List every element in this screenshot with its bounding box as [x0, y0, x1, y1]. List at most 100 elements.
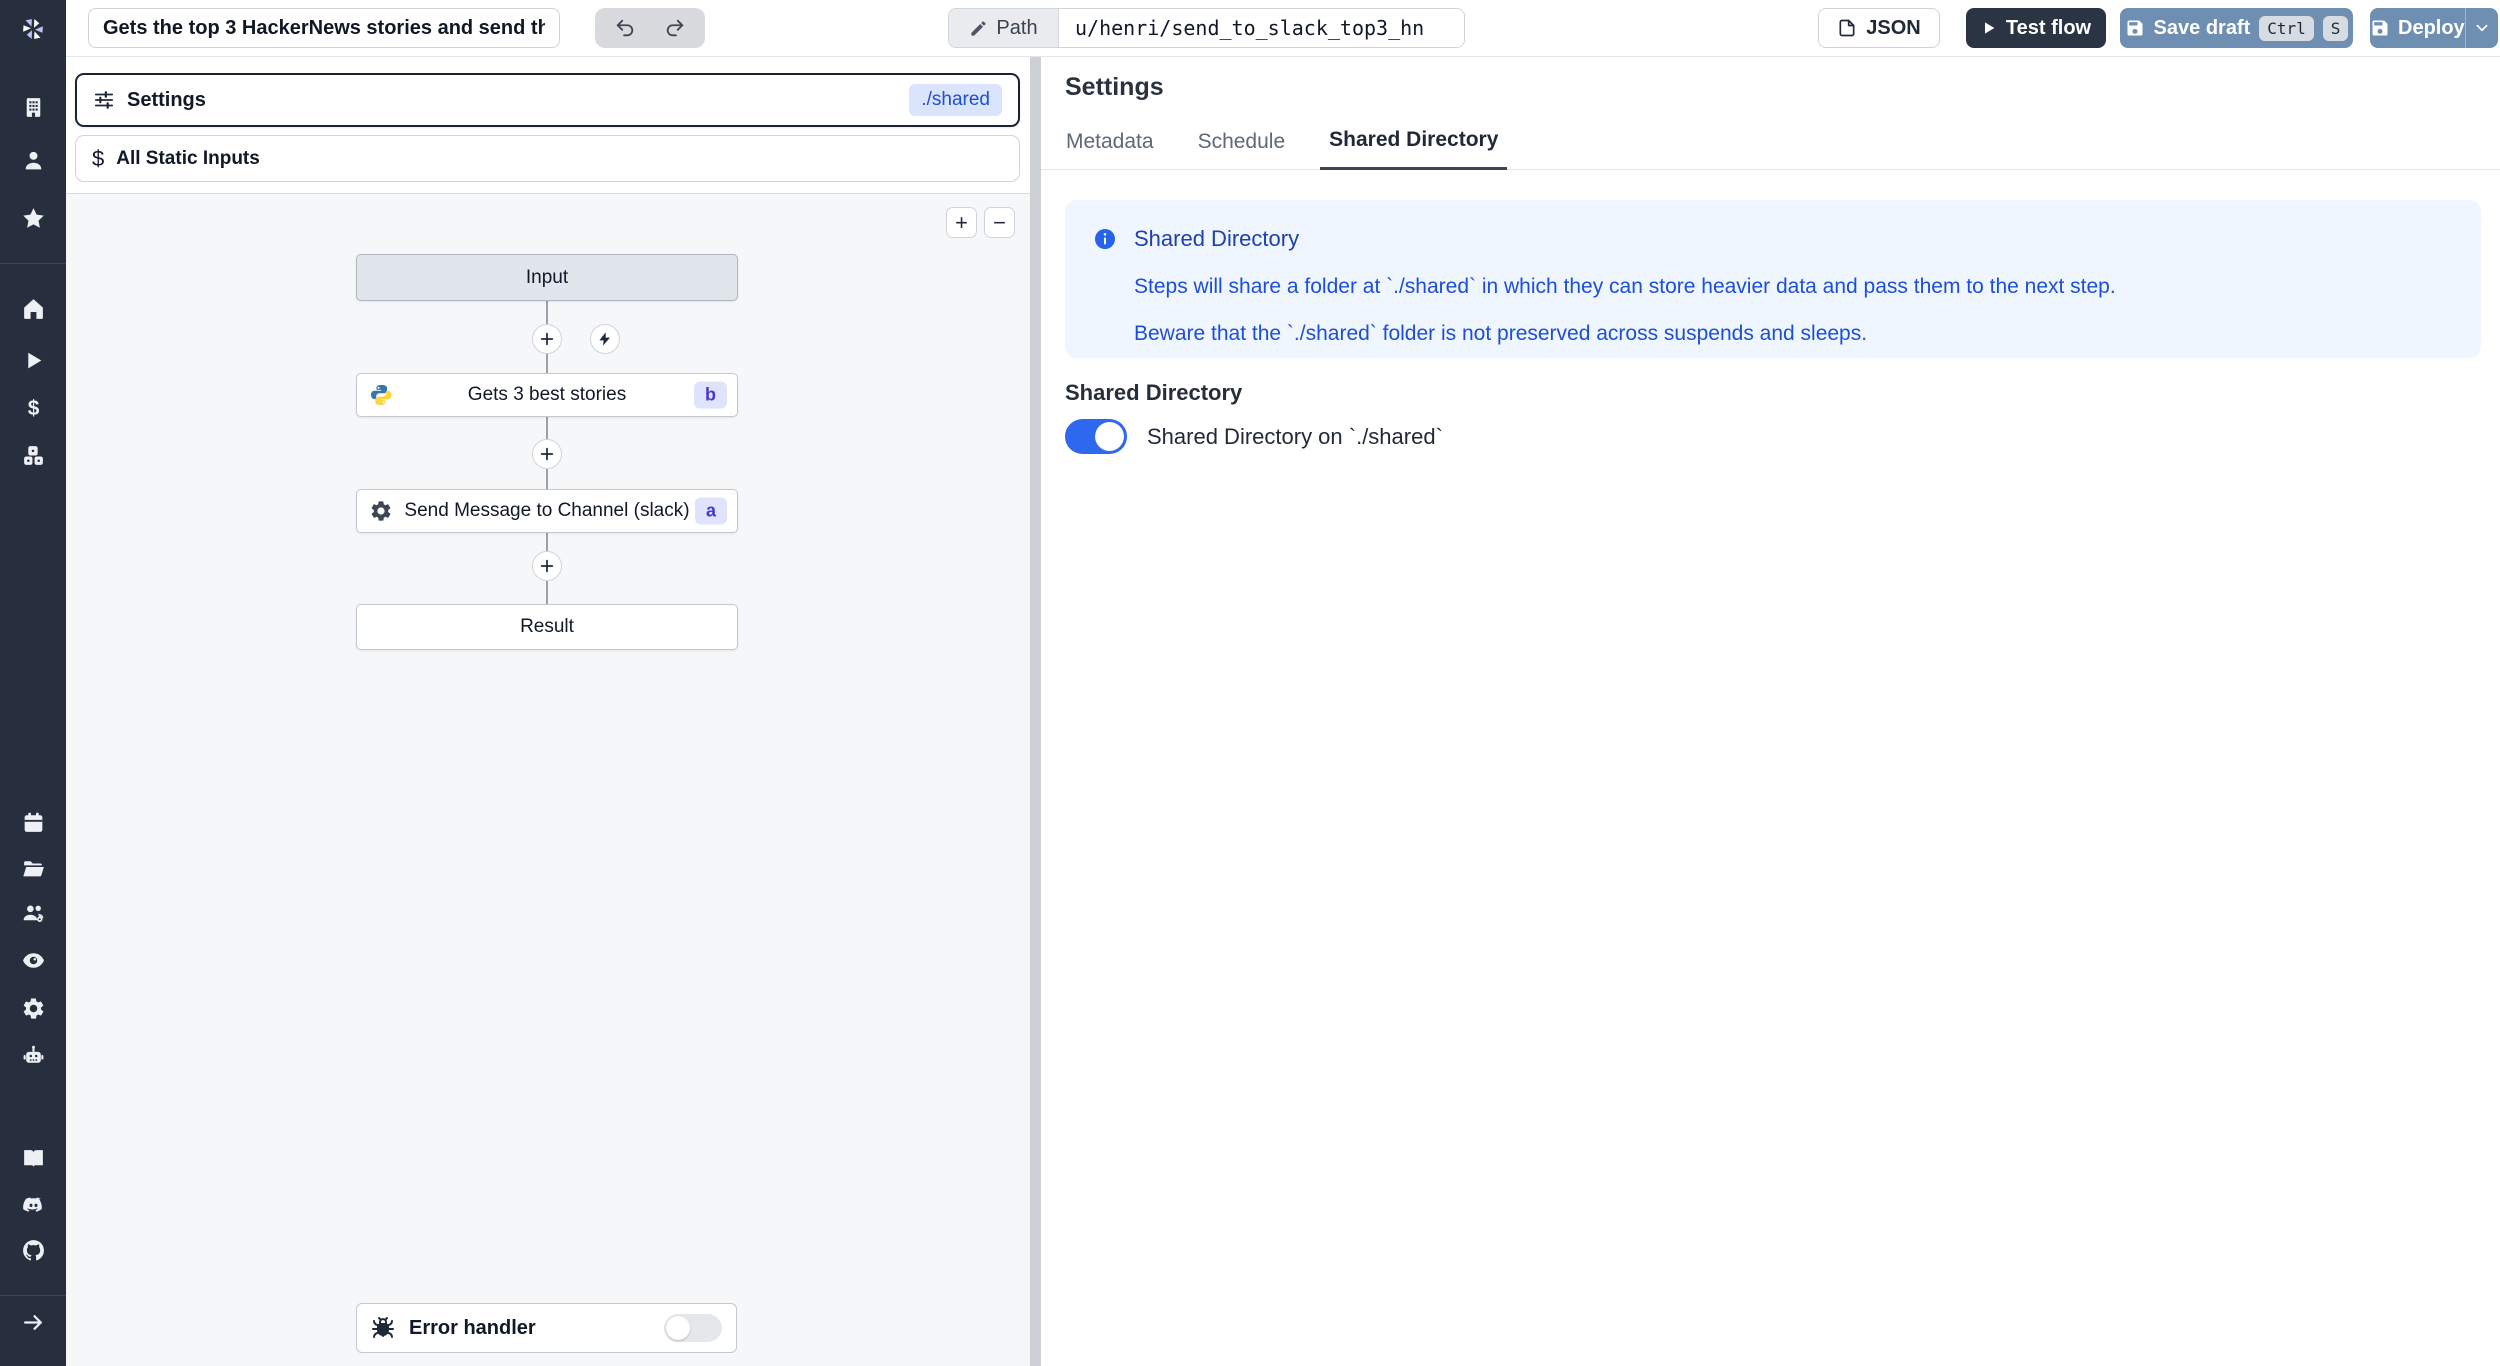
undo-redo-group	[595, 8, 705, 48]
resources-cubes-icon[interactable]	[16, 438, 50, 472]
trigger-bolt-button[interactable]	[590, 324, 620, 354]
step-node-b[interactable]: Gets 3 best stories b	[356, 373, 738, 417]
info-box-line1: Steps will share a folder at `./shared` …	[1134, 275, 2116, 298]
sidebar-divider	[0, 263, 66, 264]
dollar-icon: $	[92, 145, 105, 171]
path-input[interactable]	[1059, 9, 1464, 47]
json-button[interactable]: JSON	[1818, 8, 1940, 48]
folders-icon[interactable]	[16, 851, 50, 885]
topbar: Path JSON Test flow Save draft Ctrl S De…	[66, 0, 2500, 57]
docs-book-icon[interactable]	[16, 1141, 50, 1175]
settings-panel: Settings Metadata Schedule Shared Direct…	[1041, 57, 2500, 1366]
deploy-label: Deploy	[2398, 16, 2465, 39]
workspace-icon[interactable]	[16, 90, 50, 124]
redo-button[interactable]	[655, 11, 695, 45]
sidebar: $	[0, 0, 66, 1366]
workers-robot-icon[interactable]	[16, 1038, 50, 1072]
input-node[interactable]: Input	[356, 254, 738, 301]
settings-panel-title: Settings	[1065, 73, 1164, 101]
shared-directory-toggle-row: Shared Directory on `./shared`	[1065, 419, 1443, 454]
settings-gear-icon[interactable]	[16, 991, 50, 1025]
result-node[interactable]: Result	[356, 604, 738, 650]
save-draft-button[interactable]: Save draft Ctrl S	[2120, 8, 2353, 48]
undo-button[interactable]	[605, 11, 645, 45]
path-label-chip[interactable]: Path	[949, 9, 1059, 47]
kbd-ctrl: Ctrl	[2259, 15, 2314, 41]
save-draft-label: Save draft	[2153, 16, 2251, 39]
info-box-title: Shared Directory	[1134, 226, 1300, 251]
flow-settings-label: Settings	[127, 88, 206, 111]
audit-eye-icon[interactable]	[16, 943, 50, 977]
all-static-inputs-label: All Static Inputs	[116, 147, 260, 169]
all-static-inputs-box[interactable]: $ All Static Inputs	[75, 135, 1020, 182]
deploy-more-button[interactable]	[2466, 8, 2498, 48]
hub-script-gear-icon	[371, 501, 391, 521]
test-flow-label: Test flow	[2005, 16, 2092, 39]
result-node-label: Result	[520, 616, 574, 637]
pencil-icon	[971, 20, 987, 36]
test-flow-button[interactable]: Test flow	[1966, 8, 2106, 48]
schedules-calendar-icon[interactable]	[16, 805, 50, 839]
step-node-a-label: Send Message to Channel (slack)	[404, 500, 690, 521]
zoom-out-button[interactable]: −	[984, 207, 1015, 238]
favorites-star-icon[interactable]	[16, 201, 50, 235]
sliders-icon	[94, 91, 114, 109]
add-step-button[interactable]	[532, 551, 562, 581]
deploy-split-button: Deploy	[2370, 8, 2498, 48]
plus-icon	[540, 559, 554, 573]
error-handler-toggle[interactable]	[664, 1314, 722, 1342]
tab-schedule[interactable]: Schedule	[1189, 130, 1295, 169]
add-step-button[interactable]	[532, 324, 562, 354]
add-step-button[interactable]	[532, 439, 562, 469]
deploy-button[interactable]: Deploy	[2370, 8, 2466, 48]
bug-icon	[372, 1317, 394, 1338]
expand-arrow-icon[interactable]	[16, 1305, 50, 1339]
flow-graph-panel: Settings ./shared $ All Static Inputs + …	[66, 57, 1030, 1366]
discord-icon[interactable]	[16, 1188, 50, 1222]
step-id-badge: a	[694, 497, 727, 525]
flow-title-input[interactable]	[88, 8, 560, 48]
save-icon	[2127, 20, 2143, 36]
home-icon[interactable]	[16, 291, 50, 325]
windmill-flow-editor: $ Gets the top 3 HackerNews stories and …	[0, 0, 2500, 1366]
runs-play-icon[interactable]	[16, 343, 50, 377]
sidebar-divider	[0, 1295, 66, 1296]
error-handler-label: Error handler	[409, 1316, 536, 1339]
panel-splitter[interactable]	[1030, 57, 1041, 1366]
error-handler-node[interactable]: Error handler	[356, 1303, 737, 1353]
tab-shared-directory[interactable]: Shared Directory	[1320, 128, 1508, 170]
zoom-in-button[interactable]: +	[946, 207, 977, 238]
shared-directory-section-title: Shared Directory	[1065, 380, 1243, 405]
github-icon[interactable]	[16, 1233, 50, 1267]
plus-icon	[540, 447, 554, 461]
shared-directory-toggle-label: Shared Directory on `./shared`	[1147, 423, 1443, 449]
kbd-s: S	[2322, 15, 2349, 41]
shared-directory-badge: ./shared	[909, 84, 1002, 116]
path-label: Path	[996, 16, 1038, 39]
shared-directory-info-box: Shared Directory Steps will share a fold…	[1065, 200, 2481, 358]
file-json-icon	[1839, 19, 1855, 37]
toggle-knob	[1095, 422, 1124, 451]
json-button-label: JSON	[1866, 16, 1921, 39]
lightning-icon	[599, 332, 610, 346]
save-icon	[2372, 20, 2388, 36]
play-icon	[1984, 22, 1995, 34]
flow-settings-box[interactable]: Settings ./shared	[75, 73, 1020, 127]
flow-canvas[interactable]: + − Input Gets 3 best stories b Send Mes…	[66, 193, 1030, 1366]
windmill-logo[interactable]	[0, 0, 66, 57]
groups-users-icon[interactable]	[16, 896, 50, 930]
info-icon	[1095, 229, 1115, 249]
user-icon[interactable]	[16, 143, 50, 177]
settings-tabs: Metadata Schedule Shared Directory	[1041, 115, 2500, 170]
step-node-a[interactable]: Send Message to Channel (slack) a	[356, 489, 738, 533]
info-box-line2: Beware that the `./shared` folder is not…	[1134, 322, 1868, 345]
plus-icon	[540, 332, 554, 346]
svg-text:$: $	[27, 396, 39, 419]
variables-dollar-icon[interactable]: $	[16, 391, 50, 425]
python-icon	[371, 385, 392, 405]
step-id-badge: b	[694, 381, 727, 409]
step-node-b-label: Gets 3 best stories	[467, 384, 627, 405]
tab-metadata[interactable]: Metadata	[1057, 130, 1163, 169]
toggle-knob	[666, 1316, 690, 1340]
shared-directory-toggle[interactable]	[1065, 419, 1127, 454]
